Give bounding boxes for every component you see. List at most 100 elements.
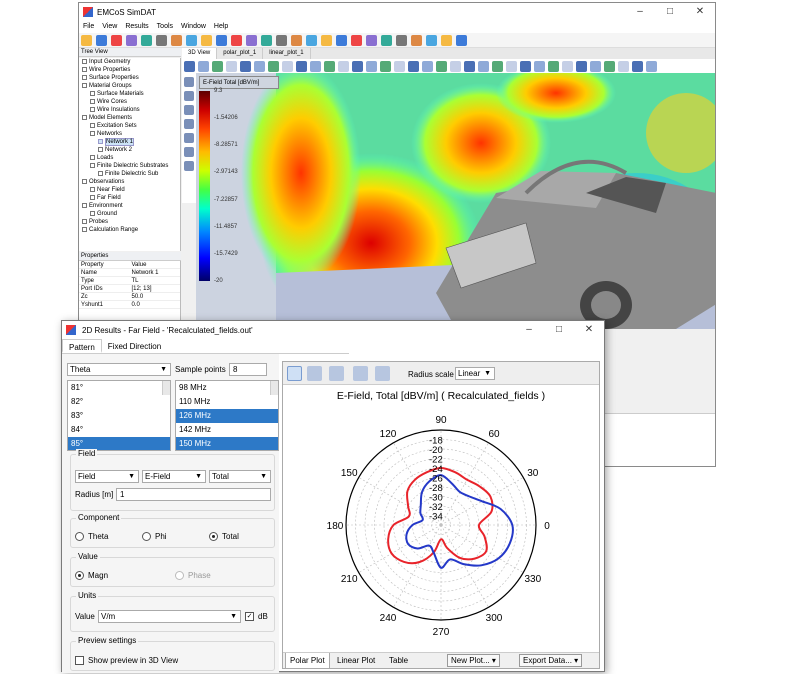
tree-item[interactable]: Loads (79, 154, 180, 162)
view-toolbar-button-icon[interactable] (449, 60, 461, 72)
list-item[interactable]: 98 MHz (176, 381, 278, 395)
tab-polar-plot[interactable]: polar_plot_1 (217, 48, 264, 59)
checkbox-icon[interactable] (82, 82, 87, 88)
view-toolbar-button-icon[interactable] (617, 60, 629, 72)
checkbox-icon[interactable] (82, 58, 87, 64)
view-toolbar-button-icon[interactable] (267, 60, 279, 72)
paint-tool-icon[interactable] (184, 133, 194, 143)
view-toolbar-button-icon[interactable] (211, 60, 223, 72)
view-toolbar-button-icon[interactable] (561, 60, 573, 72)
tab-linear-plot-view[interactable]: Linear Plot (333, 653, 379, 669)
view-toolbar-button-icon[interactable] (239, 60, 251, 72)
dialog-close-icon[interactable]: ✕ (574, 321, 604, 339)
view-toolbar-button-icon[interactable] (337, 60, 349, 72)
tree-item[interactable]: Model Elements (79, 114, 180, 122)
checkbox-icon[interactable] (82, 74, 87, 80)
checkbox-icon[interactable] (90, 130, 95, 136)
maximize-icon[interactable]: □ (655, 3, 685, 21)
toolbar-button-icon[interactable] (201, 34, 212, 46)
toolbar-button-icon[interactable] (456, 34, 467, 46)
tree-item[interactable]: Calculation Range (79, 226, 180, 234)
list-item[interactable]: 142 MHz (176, 423, 278, 437)
dialog-maximize-icon[interactable]: □ (544, 321, 574, 339)
tab-polar-plot-view[interactable]: Polar Plot (285, 653, 330, 669)
radius-input[interactable]: 1 (116, 488, 271, 501)
checkbox-icon[interactable] (98, 138, 103, 144)
component-theta-radio[interactable]: Theta (75, 532, 108, 541)
view-toolbar-button-icon[interactable] (603, 60, 615, 72)
property-row[interactable]: Port IDs [12; 13] (79, 285, 180, 293)
property-row[interactable]: Property Value (79, 261, 180, 269)
scrollbar[interactable] (270, 381, 278, 395)
view-toolbar-button-icon[interactable] (645, 60, 657, 72)
property-row[interactable]: Zc 50.0 (79, 293, 180, 301)
menu-view[interactable]: View (98, 21, 121, 33)
view-toolbar-button-icon[interactable] (575, 60, 587, 72)
view-toolbar-button-icon[interactable] (477, 60, 489, 72)
tree-item[interactable]: Surface Properties (79, 74, 180, 82)
checkbox-icon[interactable] (90, 154, 95, 160)
tree-item[interactable]: Network 1 (79, 138, 180, 146)
tree-item[interactable]: Environment (79, 202, 180, 210)
rotate-tool-icon[interactable] (184, 105, 194, 115)
pan-tool-icon[interactable] (184, 91, 194, 101)
view-toolbar-button-icon[interactable] (197, 60, 209, 72)
checkbox-icon[interactable] (90, 194, 95, 200)
angle-list[interactable]: 81° 82° 83° 84° 85° (67, 380, 171, 451)
view-toolbar-button-icon[interactable] (183, 60, 195, 72)
tree-item[interactable]: Surface Materials (79, 90, 180, 98)
export-data-button[interactable]: Export Data... ▾ (519, 654, 583, 667)
list-item[interactable]: 126 MHz (176, 409, 278, 423)
view-toolbar-button-icon[interactable] (463, 60, 475, 72)
menu-file[interactable]: File (79, 21, 98, 33)
checkbox-icon[interactable] (90, 98, 95, 104)
tree-item[interactable]: Probes (79, 218, 180, 226)
view-toolbar-button-icon[interactable] (309, 60, 321, 72)
list-item[interactable]: 81° (68, 381, 170, 395)
view-toolbar-button-icon[interactable] (351, 60, 363, 72)
view-toolbar-button-icon[interactable] (393, 60, 405, 72)
toolbar-button-icon[interactable] (141, 34, 152, 46)
view-toolbar-button-icon[interactable] (547, 60, 559, 72)
pointer-tool-icon[interactable] (184, 77, 194, 87)
view-toolbar-button-icon[interactable] (505, 60, 517, 72)
toolbar-button-icon[interactable] (426, 34, 437, 46)
menu-help[interactable]: Help (210, 21, 232, 33)
tree-item[interactable]: Near Field (79, 186, 180, 194)
checkbox-icon[interactable] (90, 90, 95, 96)
tree-item[interactable]: Finite Dielectric Substrates (79, 162, 180, 170)
toolbar-button-icon[interactable] (336, 34, 347, 46)
tree-item[interactable]: Observations (79, 178, 180, 186)
polar-plot[interactable]: E-Field, Total [dBV/m] ( Recalculated_fi… (283, 385, 599, 653)
list-item[interactable]: 82° (68, 395, 170, 409)
tab-linear-plot[interactable]: linear_plot_1 (263, 48, 311, 59)
tab-fixed-direction[interactable]: Fixed Direction (102, 339, 167, 353)
scrollbar[interactable] (162, 381, 170, 395)
view-toolbar-button-icon[interactable] (435, 60, 447, 72)
toolbar-button-icon[interactable] (441, 34, 452, 46)
tree-item[interactable]: Far Field (79, 194, 180, 202)
toolbar-button-icon[interactable] (396, 34, 407, 46)
view-toolbar-button-icon[interactable] (281, 60, 293, 72)
checkbox-icon[interactable] (90, 162, 95, 168)
toolbar-button-icon[interactable] (111, 34, 122, 46)
checkbox-icon[interactable] (82, 178, 87, 184)
view-toolbar-button-icon[interactable] (295, 60, 307, 72)
material-tool-icon[interactable] (184, 119, 194, 129)
checkbox-icon[interactable] (90, 210, 95, 216)
new-plot-button[interactable]: New Plot... ▾ (447, 654, 500, 667)
sample-points-input[interactable]: 8 (229, 363, 267, 376)
view-toolbar-button-icon[interactable] (519, 60, 531, 72)
frequency-list[interactable]: 98 MHz 110 MHz 126 MHz 142 MHz 150 MHz (175, 380, 279, 451)
zoom-icon[interactable] (329, 366, 344, 381)
checkbox-icon[interactable] (82, 202, 87, 208)
list-item[interactable]: 150 MHz (176, 437, 278, 450)
tree-item[interactable]: Material Groups (79, 82, 180, 90)
view-toolbar-button-icon[interactable] (225, 60, 237, 72)
toolbar-button-icon[interactable] (261, 34, 272, 46)
toolbar-button-icon[interactable] (291, 34, 302, 46)
pick-tool-icon[interactable] (184, 161, 194, 171)
view-toolbar-button-icon[interactable] (491, 60, 503, 72)
checkbox-icon[interactable] (90, 106, 95, 112)
view-toolbar-button-icon[interactable] (589, 60, 601, 72)
